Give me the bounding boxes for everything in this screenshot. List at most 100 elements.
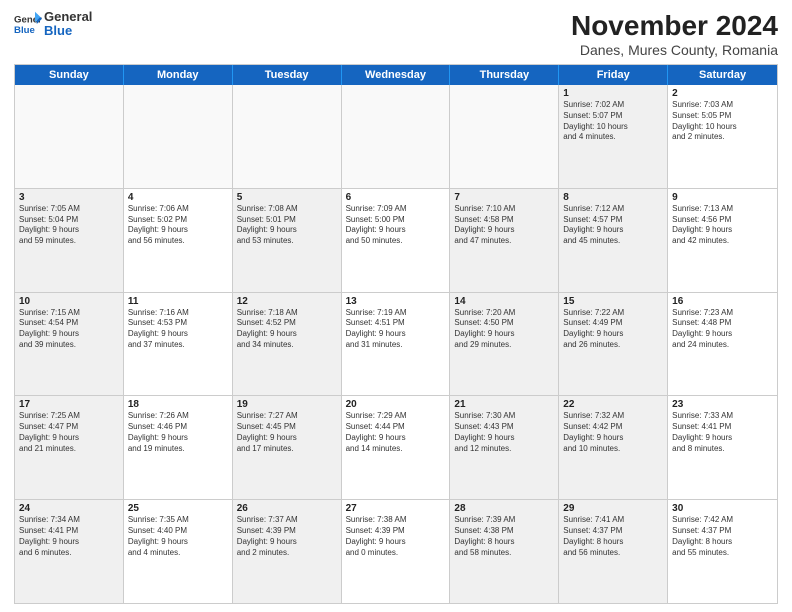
day-info: Sunrise: 7:05 AM Sunset: 5:04 PM Dayligh… bbox=[19, 204, 119, 247]
day-info: Sunrise: 7:20 AM Sunset: 4:50 PM Dayligh… bbox=[454, 308, 554, 351]
calendar-body: 1Sunrise: 7:02 AM Sunset: 5:07 PM Daylig… bbox=[15, 85, 777, 603]
day-number: 3 bbox=[19, 192, 119, 203]
day-info: Sunrise: 7:23 AM Sunset: 4:48 PM Dayligh… bbox=[672, 308, 773, 351]
day-info: Sunrise: 7:08 AM Sunset: 5:01 PM Dayligh… bbox=[237, 204, 337, 247]
day-number: 6 bbox=[346, 192, 446, 203]
day-number: 19 bbox=[237, 399, 337, 410]
day-cell-5: 5Sunrise: 7:08 AM Sunset: 5:01 PM Daylig… bbox=[233, 189, 342, 292]
day-number: 11 bbox=[128, 296, 228, 307]
day-cell-15: 15Sunrise: 7:22 AM Sunset: 4:49 PM Dayli… bbox=[559, 293, 668, 396]
day-info: Sunrise: 7:03 AM Sunset: 5:05 PM Dayligh… bbox=[672, 100, 773, 143]
day-cell-18: 18Sunrise: 7:26 AM Sunset: 4:46 PM Dayli… bbox=[124, 396, 233, 499]
day-info: Sunrise: 7:32 AM Sunset: 4:42 PM Dayligh… bbox=[563, 411, 663, 454]
day-info: Sunrise: 7:10 AM Sunset: 4:58 PM Dayligh… bbox=[454, 204, 554, 247]
day-number: 29 bbox=[563, 503, 663, 514]
day-info: Sunrise: 7:22 AM Sunset: 4:49 PM Dayligh… bbox=[563, 308, 663, 351]
day-info: Sunrise: 7:18 AM Sunset: 4:52 PM Dayligh… bbox=[237, 308, 337, 351]
day-cell-26: 26Sunrise: 7:37 AM Sunset: 4:39 PM Dayli… bbox=[233, 500, 342, 603]
day-info: Sunrise: 7:30 AM Sunset: 4:43 PM Dayligh… bbox=[454, 411, 554, 454]
day-info: Sunrise: 7:06 AM Sunset: 5:02 PM Dayligh… bbox=[128, 204, 228, 247]
day-number: 16 bbox=[672, 296, 773, 307]
day-info: Sunrise: 7:02 AM Sunset: 5:07 PM Dayligh… bbox=[563, 100, 663, 143]
calendar-row-4: 24Sunrise: 7:34 AM Sunset: 4:41 PM Dayli… bbox=[15, 500, 777, 603]
calendar-row-3: 17Sunrise: 7:25 AM Sunset: 4:47 PM Dayli… bbox=[15, 396, 777, 500]
day-number: 10 bbox=[19, 296, 119, 307]
calendar-row-2: 10Sunrise: 7:15 AM Sunset: 4:54 PM Dayli… bbox=[15, 293, 777, 397]
day-info: Sunrise: 7:42 AM Sunset: 4:37 PM Dayligh… bbox=[672, 515, 773, 558]
empty-cell bbox=[124, 85, 233, 188]
day-info: Sunrise: 7:16 AM Sunset: 4:53 PM Dayligh… bbox=[128, 308, 228, 351]
day-cell-4: 4Sunrise: 7:06 AM Sunset: 5:02 PM Daylig… bbox=[124, 189, 233, 292]
day-cell-19: 19Sunrise: 7:27 AM Sunset: 4:45 PM Dayli… bbox=[233, 396, 342, 499]
empty-cell bbox=[450, 85, 559, 188]
day-number: 25 bbox=[128, 503, 228, 514]
day-cell-9: 9Sunrise: 7:13 AM Sunset: 4:56 PM Daylig… bbox=[668, 189, 777, 292]
day-cell-7: 7Sunrise: 7:10 AM Sunset: 4:58 PM Daylig… bbox=[450, 189, 559, 292]
day-cell-21: 21Sunrise: 7:30 AM Sunset: 4:43 PM Dayli… bbox=[450, 396, 559, 499]
day-number: 26 bbox=[237, 503, 337, 514]
day-info: Sunrise: 7:15 AM Sunset: 4:54 PM Dayligh… bbox=[19, 308, 119, 351]
day-info: Sunrise: 7:37 AM Sunset: 4:39 PM Dayligh… bbox=[237, 515, 337, 558]
day-cell-17: 17Sunrise: 7:25 AM Sunset: 4:47 PM Dayli… bbox=[15, 396, 124, 499]
day-cell-28: 28Sunrise: 7:39 AM Sunset: 4:38 PM Dayli… bbox=[450, 500, 559, 603]
day-number: 17 bbox=[19, 399, 119, 410]
day-info: Sunrise: 7:38 AM Sunset: 4:39 PM Dayligh… bbox=[346, 515, 446, 558]
day-info: Sunrise: 7:13 AM Sunset: 4:56 PM Dayligh… bbox=[672, 204, 773, 247]
day-number: 15 bbox=[563, 296, 663, 307]
empty-cell bbox=[342, 85, 451, 188]
day-number: 13 bbox=[346, 296, 446, 307]
empty-cell bbox=[233, 85, 342, 188]
day-info: Sunrise: 7:19 AM Sunset: 4:51 PM Dayligh… bbox=[346, 308, 446, 351]
day-info: Sunrise: 7:26 AM Sunset: 4:46 PM Dayligh… bbox=[128, 411, 228, 454]
day-cell-1: 1Sunrise: 7:02 AM Sunset: 5:07 PM Daylig… bbox=[559, 85, 668, 188]
weekday-header-sunday: Sunday bbox=[15, 65, 124, 85]
day-number: 18 bbox=[128, 399, 228, 410]
day-info: Sunrise: 7:12 AM Sunset: 4:57 PM Dayligh… bbox=[563, 204, 663, 247]
day-number: 21 bbox=[454, 399, 554, 410]
day-number: 1 bbox=[563, 88, 663, 99]
day-number: 2 bbox=[672, 88, 773, 99]
title-block: November 2024 Danes, Mures County, Roman… bbox=[571, 10, 778, 58]
day-cell-8: 8Sunrise: 7:12 AM Sunset: 4:57 PM Daylig… bbox=[559, 189, 668, 292]
day-cell-10: 10Sunrise: 7:15 AM Sunset: 4:54 PM Dayli… bbox=[15, 293, 124, 396]
day-cell-22: 22Sunrise: 7:32 AM Sunset: 4:42 PM Dayli… bbox=[559, 396, 668, 499]
day-cell-20: 20Sunrise: 7:29 AM Sunset: 4:44 PM Dayli… bbox=[342, 396, 451, 499]
day-info: Sunrise: 7:29 AM Sunset: 4:44 PM Dayligh… bbox=[346, 411, 446, 454]
day-info: Sunrise: 7:27 AM Sunset: 4:45 PM Dayligh… bbox=[237, 411, 337, 454]
weekday-header-saturday: Saturday bbox=[668, 65, 777, 85]
day-info: Sunrise: 7:41 AM Sunset: 4:37 PM Dayligh… bbox=[563, 515, 663, 558]
day-number: 23 bbox=[672, 399, 773, 410]
day-number: 24 bbox=[19, 503, 119, 514]
day-cell-27: 27Sunrise: 7:38 AM Sunset: 4:39 PM Dayli… bbox=[342, 500, 451, 603]
weekday-header-thursday: Thursday bbox=[450, 65, 559, 85]
empty-cell bbox=[15, 85, 124, 188]
day-cell-16: 16Sunrise: 7:23 AM Sunset: 4:48 PM Dayli… bbox=[668, 293, 777, 396]
day-number: 22 bbox=[563, 399, 663, 410]
day-info: Sunrise: 7:09 AM Sunset: 5:00 PM Dayligh… bbox=[346, 204, 446, 247]
day-number: 9 bbox=[672, 192, 773, 203]
day-cell-29: 29Sunrise: 7:41 AM Sunset: 4:37 PM Dayli… bbox=[559, 500, 668, 603]
day-number: 5 bbox=[237, 192, 337, 203]
calendar: SundayMondayTuesdayWednesdayThursdayFrid… bbox=[14, 64, 778, 604]
day-cell-24: 24Sunrise: 7:34 AM Sunset: 4:41 PM Dayli… bbox=[15, 500, 124, 603]
logo-text: General Blue bbox=[44, 10, 92, 39]
day-number: 8 bbox=[563, 192, 663, 203]
day-cell-23: 23Sunrise: 7:33 AM Sunset: 4:41 PM Dayli… bbox=[668, 396, 777, 499]
day-cell-3: 3Sunrise: 7:05 AM Sunset: 5:04 PM Daylig… bbox=[15, 189, 124, 292]
day-cell-14: 14Sunrise: 7:20 AM Sunset: 4:50 PM Dayli… bbox=[450, 293, 559, 396]
weekday-header-wednesday: Wednesday bbox=[342, 65, 451, 85]
calendar-header: SundayMondayTuesdayWednesdayThursdayFrid… bbox=[15, 65, 777, 85]
calendar-row-0: 1Sunrise: 7:02 AM Sunset: 5:07 PM Daylig… bbox=[15, 85, 777, 189]
day-number: 28 bbox=[454, 503, 554, 514]
day-number: 14 bbox=[454, 296, 554, 307]
logo-general: General bbox=[44, 10, 92, 24]
weekday-header-friday: Friday bbox=[559, 65, 668, 85]
day-cell-12: 12Sunrise: 7:18 AM Sunset: 4:52 PM Dayli… bbox=[233, 293, 342, 396]
weekday-header-monday: Monday bbox=[124, 65, 233, 85]
day-cell-6: 6Sunrise: 7:09 AM Sunset: 5:00 PM Daylig… bbox=[342, 189, 451, 292]
logo-icon: General Blue bbox=[14, 10, 42, 38]
header: General Blue General Blue November 2024 … bbox=[14, 10, 778, 58]
day-number: 20 bbox=[346, 399, 446, 410]
svg-text:Blue: Blue bbox=[14, 25, 35, 36]
day-number: 12 bbox=[237, 296, 337, 307]
